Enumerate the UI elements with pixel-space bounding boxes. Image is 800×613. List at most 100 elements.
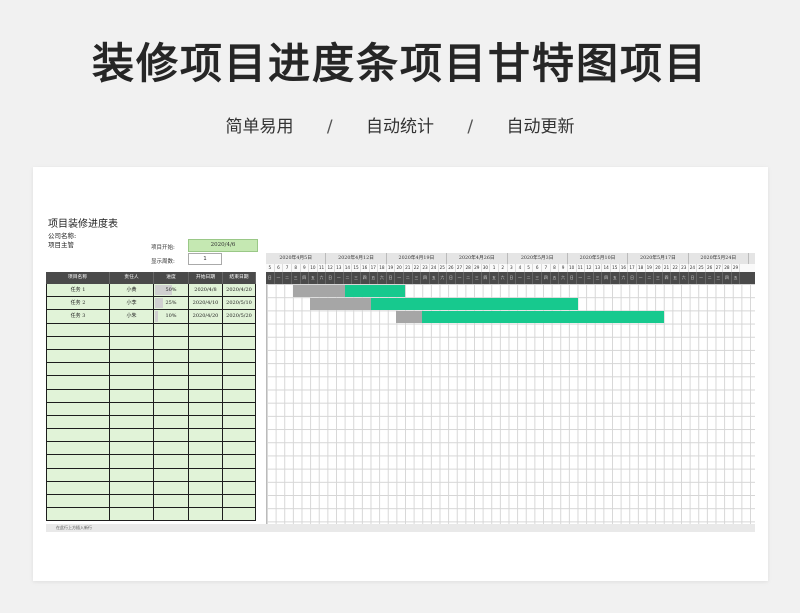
table-row[interactable]: 任务 1 小黄 50% 2020/4/8 2020/4/20 [46, 284, 256, 298]
owner-cell[interactable] [110, 402, 154, 415]
progress-cell[interactable] [154, 323, 189, 336]
progress-cell[interactable] [154, 389, 189, 402]
owner-cell[interactable] [110, 389, 154, 402]
start-date-cell[interactable] [189, 323, 223, 336]
end-date-cell[interactable] [223, 429, 256, 442]
table-row[interactable] [46, 323, 256, 337]
start-date-cell[interactable] [189, 363, 223, 376]
start-date-cell[interactable] [189, 481, 223, 494]
start-date-cell[interactable]: 2020/4/8 [189, 284, 223, 297]
table-row[interactable]: 任务 3 小朱 10% 2020/4/20 2020/5/20 [46, 310, 256, 324]
end-date-cell[interactable] [223, 402, 256, 415]
owner-cell[interactable] [110, 363, 154, 376]
task-name-cell[interactable] [46, 508, 110, 521]
end-date-cell[interactable]: 2020/4/20 [223, 284, 256, 297]
progress-cell[interactable] [154, 376, 189, 389]
table-row[interactable] [46, 481, 256, 495]
table-row[interactable] [46, 389, 256, 403]
task-name-cell[interactable] [46, 363, 110, 376]
owner-cell[interactable] [110, 495, 154, 508]
task-name-cell[interactable] [46, 415, 110, 429]
owner-cell[interactable]: 小朱 [110, 310, 154, 323]
start-date-cell[interactable]: 2020/4/6 [188, 239, 258, 252]
owner-cell[interactable]: 小李 [110, 297, 154, 310]
start-date-cell[interactable] [189, 415, 223, 429]
table-row[interactable] [46, 429, 256, 443]
end-date-cell[interactable] [223, 389, 256, 402]
end-date-cell[interactable] [223, 495, 256, 508]
task-name-cell[interactable]: 任务 3 [46, 310, 110, 323]
owner-cell[interactable] [110, 349, 154, 363]
end-date-cell[interactable] [223, 442, 256, 455]
start-date-cell[interactable] [189, 508, 223, 521]
end-date-cell[interactable] [223, 508, 256, 521]
task-name-cell[interactable] [46, 389, 110, 402]
progress-cell[interactable] [154, 402, 189, 415]
start-date-cell[interactable] [189, 389, 223, 402]
weeks-cell[interactable]: 1 [188, 253, 222, 265]
start-date-cell[interactable] [189, 455, 223, 468]
table-row[interactable] [46, 415, 256, 430]
start-date-cell[interactable] [189, 468, 223, 481]
task-name-cell[interactable] [46, 495, 110, 508]
task-name-cell[interactable] [46, 481, 110, 494]
table-row[interactable] [46, 442, 256, 456]
progress-cell[interactable] [154, 429, 189, 442]
progress-cell[interactable] [154, 455, 189, 468]
task-name-cell[interactable] [46, 402, 110, 415]
task-name-cell[interactable]: 任务 2 [46, 297, 110, 310]
table-row[interactable] [46, 495, 256, 509]
progress-cell[interactable] [154, 349, 189, 363]
task-name-cell[interactable] [46, 442, 110, 455]
end-date-cell[interactable] [223, 415, 256, 429]
table-row[interactable] [46, 349, 256, 364]
progress-cell[interactable] [154, 336, 189, 349]
owner-cell[interactable] [110, 323, 154, 336]
end-date-cell[interactable]: 2020/5/10 [223, 297, 256, 310]
progress-cell[interactable] [154, 363, 189, 376]
progress-cell[interactable] [154, 508, 189, 521]
task-name-cell[interactable] [46, 468, 110, 481]
table-row[interactable] [46, 468, 256, 482]
owner-cell[interactable] [110, 455, 154, 468]
table-row[interactable] [46, 363, 256, 377]
table-row[interactable] [46, 455, 256, 469]
progress-cell[interactable]: 25% [154, 297, 189, 310]
end-date-cell[interactable] [223, 468, 256, 481]
owner-cell[interactable] [110, 376, 154, 389]
end-date-cell[interactable] [223, 376, 256, 389]
task-name-cell[interactable]: 任务 1 [46, 284, 110, 297]
table-row[interactable] [46, 508, 256, 522]
end-date-cell[interactable] [223, 363, 256, 376]
owner-cell[interactable]: 小黄 [110, 284, 154, 297]
task-name-cell[interactable] [46, 349, 110, 363]
end-date-cell[interactable]: 2020/5/20 [223, 310, 256, 323]
start-date-cell[interactable] [189, 376, 223, 389]
start-date-cell[interactable]: 2020/4/10 [189, 297, 223, 310]
progress-cell[interactable] [154, 495, 189, 508]
end-date-cell[interactable] [223, 455, 256, 468]
task-name-cell[interactable] [46, 323, 110, 336]
start-date-cell[interactable] [189, 336, 223, 349]
task-name-cell[interactable] [46, 429, 110, 442]
progress-cell[interactable]: 50% [154, 284, 189, 297]
start-date-cell[interactable]: 2020/4/20 [189, 310, 223, 323]
progress-cell[interactable] [154, 481, 189, 494]
task-name-cell[interactable] [46, 455, 110, 468]
task-name-cell[interactable] [46, 336, 110, 349]
progress-cell[interactable] [154, 415, 189, 429]
start-date-cell[interactable] [189, 442, 223, 455]
start-date-cell[interactable] [189, 349, 223, 363]
task-name-cell[interactable] [46, 376, 110, 389]
table-row[interactable] [46, 402, 256, 416]
start-date-cell[interactable] [189, 429, 223, 442]
end-date-cell[interactable] [223, 323, 256, 336]
table-row[interactable] [46, 376, 256, 390]
start-date-cell[interactable] [189, 495, 223, 508]
owner-cell[interactable] [110, 336, 154, 349]
end-date-cell[interactable] [223, 481, 256, 494]
progress-cell[interactable] [154, 442, 189, 455]
progress-cell[interactable]: 10% [154, 310, 189, 323]
owner-cell[interactable] [110, 468, 154, 481]
table-row[interactable] [46, 336, 256, 350]
